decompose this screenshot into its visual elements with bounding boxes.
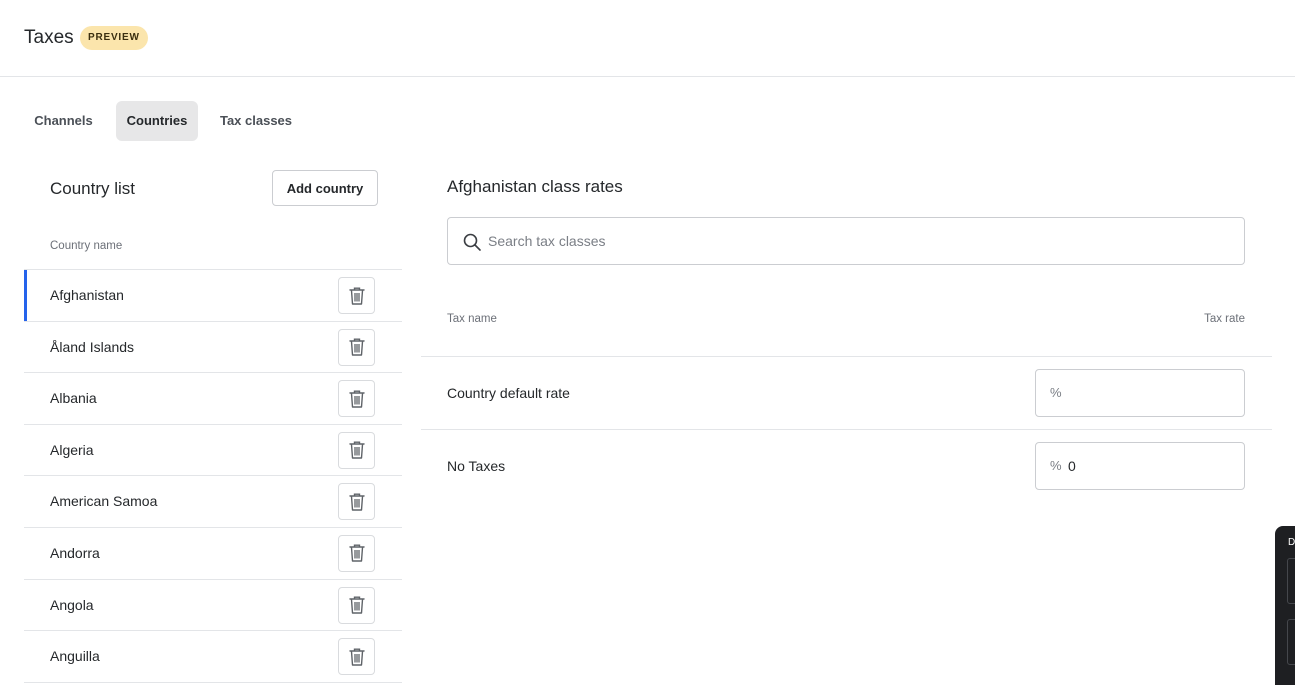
country-row[interactable]: Angola (24, 580, 402, 632)
delete-country-button[interactable] (338, 586, 375, 624)
country-name-column-header: Country name (50, 240, 123, 252)
tax-rate-input[interactable] (1068, 444, 1228, 488)
country-list: Afghanistan Åland Islands Albania Algeria Am… (24, 269, 402, 683)
delete-country-button[interactable] (338, 534, 375, 572)
country-name: Albania (50, 390, 97, 407)
trash-icon (348, 543, 366, 563)
tax-rate-field[interactable]: % (1035, 442, 1245, 490)
trash-icon (348, 492, 366, 512)
country-row[interactable]: Åland Islands (24, 322, 402, 374)
dev-tools-panel[interactable]: D (1275, 526, 1295, 685)
search-icon (463, 233, 481, 251)
delete-country-button[interactable] (338, 277, 375, 314)
delete-country-button[interactable] (338, 431, 375, 469)
page-title: Taxes (24, 27, 74, 48)
country-name: American Samoa (50, 493, 158, 510)
tab-tax-classes[interactable]: Tax classes (210, 101, 302, 141)
delete-country-button[interactable] (338, 638, 375, 676)
tax-class-name: No Taxes (447, 458, 506, 474)
tax-name-column-header: Tax name (447, 313, 497, 325)
country-name: Anguilla (50, 648, 100, 665)
tax-rate-row: No Taxes% (421, 430, 1272, 503)
tab-channels[interactable]: Channels (24, 101, 103, 141)
dev-panel-field[interactable] (1287, 619, 1295, 665)
search-box (447, 217, 1245, 265)
country-row[interactable]: Albania (24, 373, 402, 425)
add-country-button[interactable]: Add country (272, 170, 378, 206)
country-name: Angola (50, 596, 94, 613)
country-row[interactable]: Anguilla (24, 631, 402, 683)
country-name: Andorra (50, 544, 100, 561)
trash-icon (348, 337, 366, 357)
tax-rate-field[interactable]: % (1035, 369, 1245, 417)
tax-rate-column-header: Tax rate (1204, 313, 1245, 325)
delete-country-button[interactable] (338, 483, 375, 521)
trash-icon (348, 647, 366, 667)
country-name: Algeria (50, 441, 94, 458)
trash-icon (348, 286, 366, 306)
tax-rate-list: Country default rate% No Taxes% (421, 356, 1272, 503)
preview-badge: PREVIEW (80, 26, 148, 50)
page-header: Taxes PREVIEW (0, 0, 1295, 77)
percent-sign: % (1050, 385, 1062, 400)
country-row[interactable]: American Samoa (24, 476, 402, 528)
trash-icon (348, 595, 366, 615)
delete-country-button[interactable] (338, 328, 375, 366)
percent-sign: % (1050, 458, 1062, 473)
delete-country-button[interactable] (338, 380, 375, 418)
tax-rate-row: Country default rate% (421, 357, 1272, 430)
country-row[interactable]: Algeria (24, 425, 402, 477)
search-tax-classes-input[interactable] (488, 219, 1228, 263)
country-row[interactable]: Andorra (24, 528, 402, 580)
class-rates-title: Afghanistan class rates (447, 177, 623, 196)
country-row[interactable]: Afghanistan (24, 270, 402, 322)
trash-icon (348, 389, 366, 409)
tab-countries[interactable]: Countries (116, 101, 198, 141)
tax-class-name: Country default rate (447, 385, 570, 401)
trash-icon (348, 440, 366, 460)
country-name: Afghanistan (50, 287, 124, 303)
dev-panel-field[interactable] (1287, 558, 1295, 604)
dev-panel-label: D (1288, 537, 1295, 548)
country-name: Åland Islands (50, 338, 135, 355)
country-list-title: Country list (50, 179, 136, 198)
tax-rate-input[interactable] (1068, 371, 1228, 415)
